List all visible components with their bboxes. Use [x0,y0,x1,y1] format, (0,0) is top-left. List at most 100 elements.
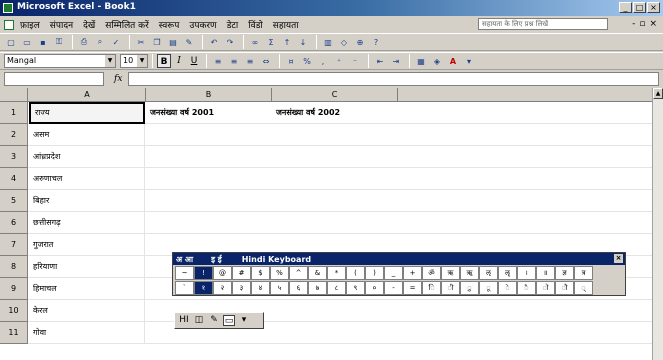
permission-icon[interactable]: ⚿ [52,35,66,49]
save-icon[interactable]: ▪ [36,35,50,49]
palette-key[interactable]: ` [175,281,194,295]
palette-key[interactable]: # [232,266,251,280]
chevron-down-icon[interactable]: ▼ [105,55,115,67]
cell-a7[interactable]: गुजरात [29,234,145,256]
palette-key[interactable]: ! [194,266,213,280]
palette-key[interactable]: ९ [346,281,365,295]
percent-icon[interactable]: % [300,54,314,68]
palette-key[interactable]: ू [479,281,498,295]
on-screen-keyboard-icon[interactable]: ▭ [223,315,235,326]
row-header[interactable]: 8 [0,256,28,278]
palette-key[interactable]: % [270,266,289,280]
font-name-select[interactable]: Mangal ▼ [4,54,116,68]
palette-key[interactable]: ौ [555,281,574,295]
paste-icon[interactable]: ▤ [166,35,180,49]
palette-key[interactable]: । [517,266,536,280]
select-all-corner[interactable] [0,88,28,102]
borders-icon[interactable]: ▦ [414,54,428,68]
palette-key[interactable]: ॠ [460,266,479,280]
palette-key[interactable]: ३ [232,281,251,295]
cell-a10[interactable]: केरल [29,300,145,322]
cell-c1[interactable]: जनसंख्या वर्ष 2002 [272,102,398,124]
row-header[interactable]: 2 [0,124,28,146]
row-header[interactable]: 7 [0,234,28,256]
menu-window[interactable]: विंडो [248,18,262,31]
menu-file[interactable]: फ़ाइल [20,18,40,31]
close-icon[interactable]: × [614,254,623,263]
palette-key[interactable]: ७ [308,281,327,295]
menu-insert[interactable]: सम्मिलित करें [105,18,149,31]
cell-a11[interactable]: गोवा [29,322,145,344]
font-color-icon[interactable]: A [446,54,460,68]
palette-key[interactable]: ॥ [536,266,555,280]
palette-key[interactable]: ~ [175,266,194,280]
comma-style-icon[interactable]: , [316,54,330,68]
row-header[interactable]: 4 [0,168,28,190]
zoom-icon[interactable]: ⊕ [353,35,367,49]
palette-key[interactable]: १ [194,281,213,295]
sort-ascending-icon[interactable]: ↑ [280,35,294,49]
insert-function-icon[interactable]: fx [114,74,122,84]
palette-key[interactable]: ४ [251,281,270,295]
merge-center-icon[interactable]: ⇔ [259,54,273,68]
increase-indent-icon[interactable]: ⇥ [389,54,403,68]
new-document-icon[interactable]: ▢ [4,35,18,49]
row-header[interactable]: 5 [0,190,28,212]
handwriting-icon[interactable]: ✎ [208,315,220,326]
font-size-select[interactable]: 10 ▼ [120,54,148,68]
italic-button[interactable]: I [172,54,186,68]
row-header[interactable]: 6 [0,212,28,234]
palette-key[interactable]: ु [460,281,479,295]
cell-a8[interactable]: हरियाणा [29,256,145,278]
palette-key[interactable]: + [403,266,422,280]
palette-key[interactable]: ^ [289,266,308,280]
palette-key[interactable]: ् [574,281,593,295]
doc-minimize-button[interactable]: - [632,19,635,29]
toolbar-options-icon[interactable]: ▾ [462,54,476,68]
palette-key[interactable]: @ [213,266,232,280]
bold-button[interactable]: B [157,54,171,68]
palette-key[interactable]: त्र [574,266,593,280]
column-header-c[interactable]: C [272,88,398,102]
format-painter-icon[interactable]: ✎ [182,35,196,49]
palette-key[interactable]: ८ [327,281,346,295]
vertical-scrollbar[interactable]: ▲ [652,88,663,360]
options-menu-icon[interactable]: ▾ [238,315,250,326]
maximize-button[interactable]: □ [633,2,646,13]
cell-a1[interactable]: राज्य [29,102,145,124]
copy-icon[interactable]: ❐ [150,35,164,49]
row-header[interactable]: 10 [0,300,28,322]
row-header[interactable]: 1 [0,102,28,124]
menu-edit[interactable]: संपादन [50,18,73,31]
row-header[interactable]: 9 [0,278,28,300]
palette-key[interactable]: ऋ [441,266,460,280]
print-icon[interactable]: ⎙ [77,35,91,49]
decrease-decimal-icon[interactable]: ⁻ [348,54,362,68]
underline-button[interactable]: U [187,54,201,68]
menu-format[interactable]: स्वरूप [159,18,180,31]
align-right-icon[interactable]: ≡ [243,54,257,68]
cell-b1[interactable]: जनसंख्या वर्ष 2001 [146,102,272,124]
palette-key[interactable]: $ [251,266,270,280]
spelling-icon[interactable]: ✓ [109,35,123,49]
currency-icon[interactable]: ¤ [284,54,298,68]
print-preview-icon[interactable]: ⌕ [93,35,107,49]
doc-close-button[interactable]: × [649,19,657,29]
palette-key[interactable]: ५ [270,281,289,295]
palette-key[interactable]: ऌ [479,266,498,280]
cut-icon[interactable]: ✂ [134,35,148,49]
help-question-input[interactable]: सहायता के लिए प्रश्न लिखें [478,18,608,30]
palette-key[interactable]: २ [213,281,232,295]
hyperlink-icon[interactable]: ∞ [248,35,262,49]
palette-key[interactable]: = [403,281,422,295]
chevron-down-icon[interactable]: ▼ [137,55,147,67]
cell-a2[interactable]: असम [29,124,145,146]
palette-key[interactable]: ि [422,281,441,295]
name-box[interactable] [4,72,104,86]
doc-restore-button[interactable]: ▫ [639,19,645,29]
menu-data[interactable]: डेटा [227,18,239,31]
menu-tools[interactable]: उपकरण [189,18,216,31]
open-folder-icon[interactable]: ▭ [20,35,34,49]
language-indicator[interactable]: HI [178,315,190,326]
palette-key[interactable]: ी [441,281,460,295]
